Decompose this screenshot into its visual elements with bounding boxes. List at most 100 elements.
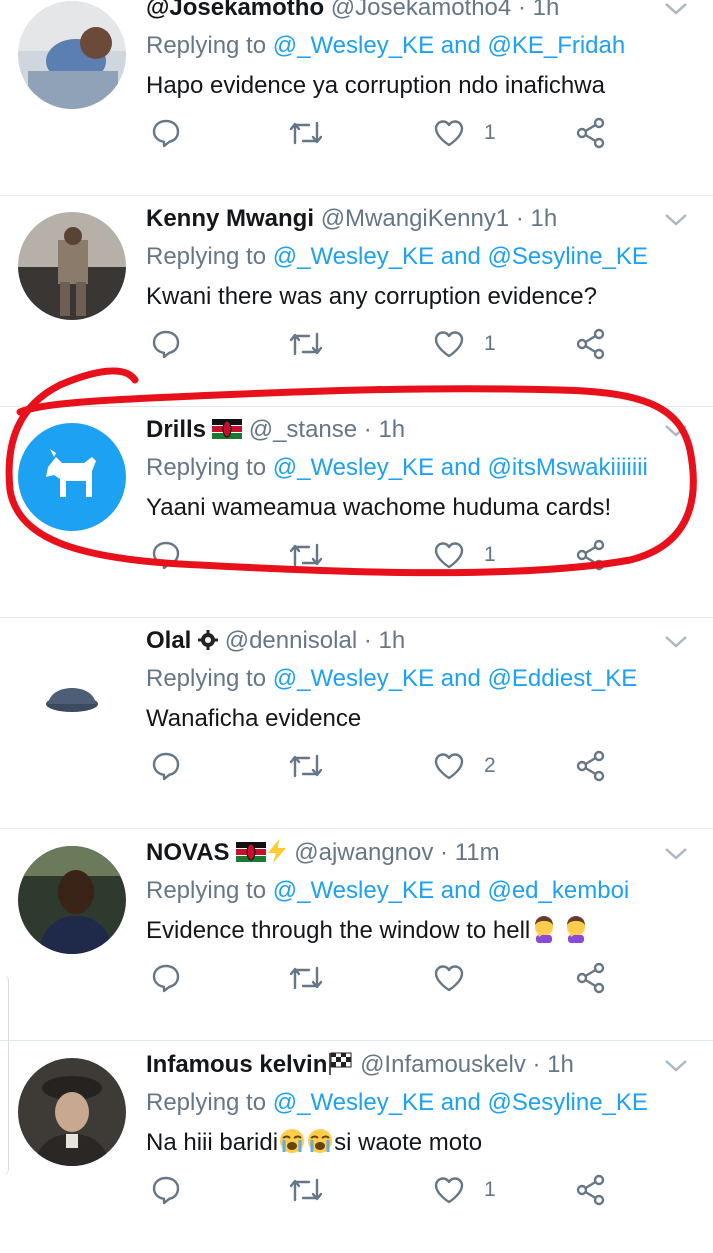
reply-button[interactable]	[150, 324, 182, 364]
handle[interactable]: @Infamouskelv	[360, 1051, 526, 1078]
replying-to: Replying to @_Wesley_KE and @itsMswakiii…	[146, 454, 648, 481]
retweet-button[interactable]	[288, 113, 324, 153]
avatar[interactable]	[18, 1, 126, 109]
retweet-button[interactable]	[288, 324, 324, 364]
reply-button[interactable]	[150, 746, 182, 786]
display-name[interactable]: NOVAS	[146, 839, 230, 866]
avatar[interactable]	[18, 634, 126, 742]
chevron-down-icon[interactable]	[663, 1056, 689, 1076]
like-count: 1	[484, 332, 496, 355]
reply-button[interactable]	[150, 958, 182, 998]
woman-facepalming-emoji	[535, 916, 554, 943]
mention-link[interactable]: @KE_Fridah	[487, 32, 625, 59]
chevron-down-icon[interactable]	[663, 210, 689, 230]
display-name[interactable]: Olal	[146, 627, 191, 654]
tweet-text: Evidence through the window to hell	[146, 915, 590, 947]
like-button[interactable]: 1	[432, 113, 496, 153]
timestamp: · 1h	[363, 416, 406, 443]
avatar[interactable]	[18, 846, 126, 954]
display-name[interactable]: Infamous kelvin	[146, 1051, 327, 1078]
mention-link[interactable]: @_Wesley_KE	[273, 665, 434, 692]
display-name[interactable]: Drills	[146, 416, 206, 443]
reply-button[interactable]	[150, 535, 182, 575]
mention-link[interactable]: @itsMswakiiiiiii	[487, 454, 647, 481]
like-button[interactable]: 1	[432, 324, 496, 364]
reply-icon	[152, 1176, 180, 1205]
retweet-button[interactable]	[288, 958, 324, 998]
avatar[interactable]	[18, 423, 126, 531]
replying-to: Replying to @_Wesley_KE and @KE_Fridah	[146, 32, 626, 59]
reply-button[interactable]	[150, 1170, 182, 1210]
tweet-actions: 2	[146, 746, 636, 786]
tweet[interactable]: Olal @dennisolal · 1h Replying to @_Wesl…	[0, 618, 713, 829]
share-icon	[576, 328, 605, 360]
timestamp: · 11m	[440, 839, 500, 866]
mention-link[interactable]: @_Wesley_KE	[273, 454, 434, 481]
mention-link[interactable]: @Sesyline_KE	[487, 243, 647, 270]
like-button[interactable]	[432, 958, 484, 998]
mention-link[interactable]: @_Wesley_KE	[273, 877, 434, 904]
share-button[interactable]	[574, 535, 608, 575]
scroll-edge	[0, 975, 9, 1175]
handle[interactable]: @dennisolal	[225, 627, 357, 654]
reply-icon	[152, 752, 180, 781]
tweet-header: @Josekamotho @Josekamotho4 · 1h	[146, 0, 643, 23]
mention-link[interactable]: @Eddiest_KE	[487, 665, 637, 692]
tweet-text: Wanaficha evidence	[146, 705, 362, 732]
handle[interactable]: @Josekamotho4	[331, 0, 511, 21]
like-button[interactable]: 1	[432, 535, 496, 575]
reply-button[interactable]	[150, 113, 182, 153]
tweet[interactable]: NOVAS @ajwangnov · 11m Replying to @_Wes…	[0, 830, 713, 1041]
chevron-down-icon[interactable]	[663, 632, 689, 652]
avatar[interactable]	[18, 1058, 126, 1166]
like-button[interactable]: 2	[432, 746, 496, 786]
retweet-icon	[289, 543, 323, 567]
mention-link[interactable]: @_Wesley_KE	[273, 243, 434, 270]
tweet[interactable]: Drills @_stanse · 1h Replying to @_Wesle…	[0, 407, 713, 618]
chevron-down-icon[interactable]	[663, 0, 689, 19]
retweet-icon	[289, 332, 323, 356]
tweet-text: Yaani wameamua wachome huduma cards!	[146, 494, 612, 521]
woman-facepalming-emoji	[567, 916, 586, 943]
tweet-header: Kenny Mwangi @MwangiKenny1 · 1h	[146, 204, 643, 234]
like-button[interactable]: 1	[432, 1170, 496, 1210]
retweet-button[interactable]	[288, 1170, 324, 1210]
share-icon	[576, 750, 605, 782]
mention-link[interactable]: @_Wesley_KE	[273, 32, 434, 59]
retweet-button[interactable]	[288, 746, 324, 786]
gear-badge-icon	[198, 630, 219, 650]
retweet-icon	[289, 121, 323, 145]
share-button[interactable]	[574, 958, 608, 998]
tweet[interactable]: Infamous kelvin @Infamouskelv · 1h Reply…	[0, 1042, 713, 1253]
tweet-header: Olal @dennisolal · 1h	[146, 626, 643, 656]
retweet-button[interactable]	[288, 535, 324, 575]
tweet-text: Na hiii baridi si waote moto	[146, 1129, 483, 1156]
avatar[interactable]	[18, 212, 126, 320]
like-icon	[434, 120, 464, 147]
share-button[interactable]	[574, 1170, 608, 1210]
tweet-header: Drills @_stanse · 1h	[146, 415, 643, 445]
kenya-flag-icon	[212, 419, 243, 439]
display-name[interactable]: @Josekamotho	[146, 0, 324, 21]
mention-link[interactable]: @_Wesley_KE	[273, 1089, 434, 1116]
tweet-actions: 1	[146, 1170, 636, 1210]
chevron-down-icon[interactable]	[663, 421, 689, 441]
handle[interactable]: @_stanse	[249, 416, 357, 443]
share-icon	[576, 539, 605, 571]
tweet-header: Infamous kelvin @Infamouskelv · 1h	[146, 1050, 643, 1080]
display-name[interactable]: Kenny Mwangi	[146, 205, 314, 232]
retweet-icon	[289, 1178, 323, 1202]
handle[interactable]: @MwangiKenny1	[321, 205, 509, 232]
tweet[interactable]: Kenny Mwangi @MwangiKenny1 · 1h Replying…	[0, 196, 713, 407]
mention-link[interactable]: @ed_kemboi	[487, 877, 629, 904]
share-button[interactable]	[574, 324, 608, 364]
chevron-down-icon[interactable]	[663, 844, 689, 864]
share-button[interactable]	[574, 746, 608, 786]
mention-link[interactable]: @Sesyline_KE	[487, 1089, 647, 1116]
like-icon	[434, 542, 464, 569]
lightning-icon	[267, 839, 286, 863]
like-icon	[434, 753, 464, 780]
tweet[interactable]: @Josekamotho @Josekamotho4 · 1h Replying…	[0, 0, 713, 196]
share-button[interactable]	[574, 113, 608, 153]
handle[interactable]: @ajwangnov	[294, 839, 433, 866]
